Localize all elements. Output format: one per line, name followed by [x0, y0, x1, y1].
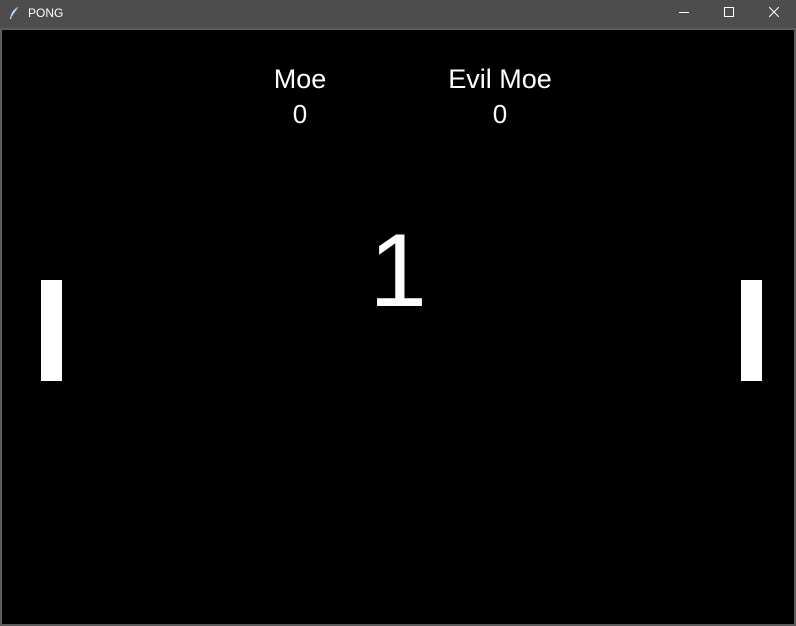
left-paddle [41, 280, 62, 381]
window-controls [661, 0, 796, 25]
close-button[interactable] [751, 0, 796, 25]
maximize-icon [723, 4, 734, 22]
maximize-button[interactable] [706, 0, 751, 25]
canvas-frame: Moe 0 Evil Moe 0 1 [0, 28, 796, 626]
right-paddle [741, 280, 762, 381]
left-player-score: 0 [292, 99, 308, 129]
minimize-icon [678, 4, 689, 22]
right-player-name: Evil Moe [448, 64, 552, 94]
right-player-score: 0 [492, 99, 508, 129]
countdown-number: 1 [369, 213, 427, 329]
left-player-name: Moe [273, 64, 327, 94]
window-title: PONG [28, 5, 64, 20]
game-canvas[interactable]: Moe 0 Evil Moe 0 1 [2, 30, 794, 624]
minimize-button[interactable] [661, 0, 706, 25]
title-bar[interactable]: PONG [0, 0, 796, 25]
feather-icon [6, 5, 22, 21]
app-window: PONG Moe 0 Evil Moe 0 1 [0, 0, 796, 626]
close-icon [768, 4, 779, 22]
